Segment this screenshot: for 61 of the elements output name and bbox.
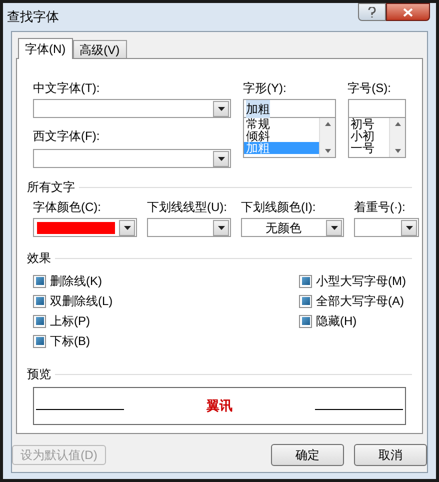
style-input[interactable]: 加粗 — [243, 99, 336, 118]
field-label: 西文字体(F): — [33, 129, 100, 143]
checkbox[interactable] — [299, 274, 312, 288]
dropdown-arrow-button[interactable] — [213, 100, 229, 116]
dropdown-field[interactable] — [33, 218, 137, 237]
checkbox[interactable] — [33, 294, 46, 308]
checkbox[interactable] — [33, 314, 46, 328]
section-heading: 所有文字 — [27, 179, 75, 196]
checkbox[interactable] — [299, 294, 312, 308]
window-title: 查找字体 — [7, 8, 59, 26]
section-heading: 效果 — [27, 250, 51, 267]
field-label: 下划线线型(U): — [147, 199, 228, 216]
dropdown-value: 无颜色 — [266, 220, 302, 236]
caret-icon — [218, 106, 224, 110]
size-input[interactable] — [348, 99, 406, 118]
effect-checkbox-row[interactable]: 删除线(K) — [33, 271, 102, 291]
field-label: 中文字体(T): — [33, 80, 101, 97]
preview-sample: 翼讯 — [206, 398, 232, 414]
effect-checkbox-row[interactable]: 双删除线(L) — [33, 291, 113, 311]
dialog-button[interactable]: 取消 — [354, 444, 427, 466]
field-label: 着重号(·): — [354, 199, 406, 216]
field-label: 字形(Y): — [243, 80, 288, 97]
checkbox[interactable] — [33, 274, 46, 288]
effect-checkbox-row[interactable]: 下标(B) — [33, 331, 90, 351]
dialog-button[interactable]: 确定 — [271, 444, 344, 466]
field-label: 字号(S): — [348, 80, 392, 97]
dropdown-arrow-button[interactable] — [401, 220, 417, 236]
dropdown-field[interactable] — [354, 218, 419, 237]
dropdown-arrow-button[interactable] — [326, 220, 342, 236]
dropdown-arrow-button[interactable] — [213, 150, 229, 166]
dropdown-field[interactable] — [33, 99, 231, 118]
dropdown-arrow-button[interactable] — [119, 220, 135, 236]
field-label: 字体颜色(C): — [33, 199, 102, 216]
section-heading: 预览 — [27, 366, 51, 383]
list-item[interactable]: 常规 — [244, 118, 319, 130]
effect-checkbox-row[interactable]: 全部大写字母(A) — [299, 291, 404, 311]
caret-icon — [218, 226, 224, 230]
tab[interactable]: 高级(V) — [72, 40, 127, 58]
caret-icon — [218, 156, 224, 160]
caret-icon — [124, 226, 130, 230]
checkbox[interactable] — [33, 334, 46, 348]
list-item[interactable]: 初号 — [348, 118, 389, 130]
dropdown-arrow-button[interactable] — [213, 220, 229, 236]
list-item[interactable]: 小初 — [348, 130, 389, 142]
dropdown-field[interactable] — [147, 218, 231, 237]
effect-checkbox-row[interactable]: 小型大写字母(M) — [299, 271, 406, 291]
close-button[interactable] — [386, 3, 430, 21]
list-item[interactable]: 一号 — [348, 142, 389, 154]
help-button[interactable] — [358, 3, 386, 21]
list-item[interactable]: 倾斜 — [244, 130, 319, 142]
checkbox[interactable] — [299, 314, 312, 328]
caret-icon — [330, 226, 338, 230]
help-icon — [368, 6, 376, 18]
effect-checkbox-row[interactable]: 隐藏(H) — [299, 311, 357, 331]
dropdown-field[interactable]: 无颜色 — [241, 218, 344, 237]
field-label: 下划线颜色(I): — [241, 199, 317, 216]
tab[interactable]: 字体(N) — [18, 38, 73, 59]
close-icon — [403, 8, 413, 16]
caret-icon — [406, 226, 412, 230]
effect-checkbox-row[interactable]: 上标(P) — [33, 311, 90, 331]
dropdown-field[interactable] — [33, 149, 231, 168]
